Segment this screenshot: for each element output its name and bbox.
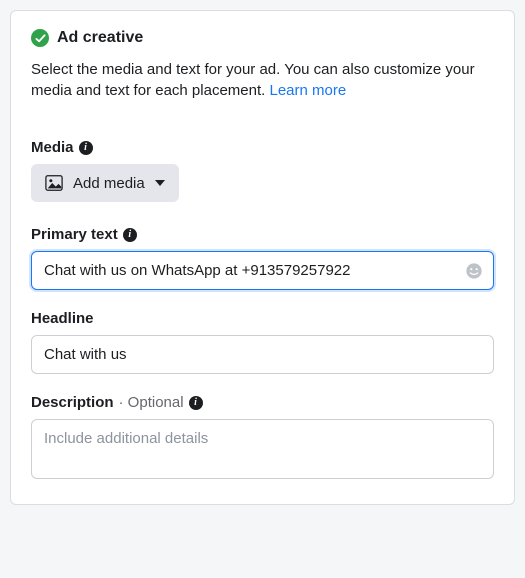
optional-label: · Optional	[119, 394, 184, 411]
checkmark-icon	[31, 29, 49, 47]
chevron-down-icon	[155, 180, 165, 186]
image-icon	[45, 174, 63, 192]
headline-label: Headline	[31, 310, 94, 327]
description-label-row: Description · Optional i	[31, 394, 494, 411]
description-input[interactable]	[31, 419, 494, 479]
section-description: Select the media and text for your ad. Y…	[31, 59, 494, 101]
primary-text-wrap	[31, 251, 494, 290]
section-title: Ad creative	[57, 29, 143, 47]
primary-text-label: Primary text	[31, 226, 118, 243]
media-label-row: Media i	[31, 139, 494, 156]
description-label: Description	[31, 394, 114, 411]
info-icon[interactable]: i	[189, 396, 203, 410]
info-icon[interactable]: i	[79, 141, 93, 155]
add-media-button[interactable]: Add media	[31, 164, 179, 202]
section-header: Ad creative	[31, 29, 494, 47]
headline-label-row: Headline	[31, 310, 494, 327]
emoji-button[interactable]	[464, 261, 484, 281]
emoji-icon	[465, 262, 483, 280]
primary-text-input[interactable]	[31, 251, 494, 290]
media-label: Media	[31, 139, 74, 156]
primary-text-label-row: Primary text i	[31, 226, 494, 243]
ad-creative-card: Ad creative Select the media and text fo…	[10, 10, 515, 505]
add-media-label: Add media	[73, 175, 145, 192]
subtitle-text: Select the media and text for your ad. Y…	[31, 61, 475, 99]
headline-input[interactable]	[31, 335, 494, 374]
info-icon[interactable]: i	[123, 228, 137, 242]
learn-more-link[interactable]: Learn more	[269, 82, 346, 99]
